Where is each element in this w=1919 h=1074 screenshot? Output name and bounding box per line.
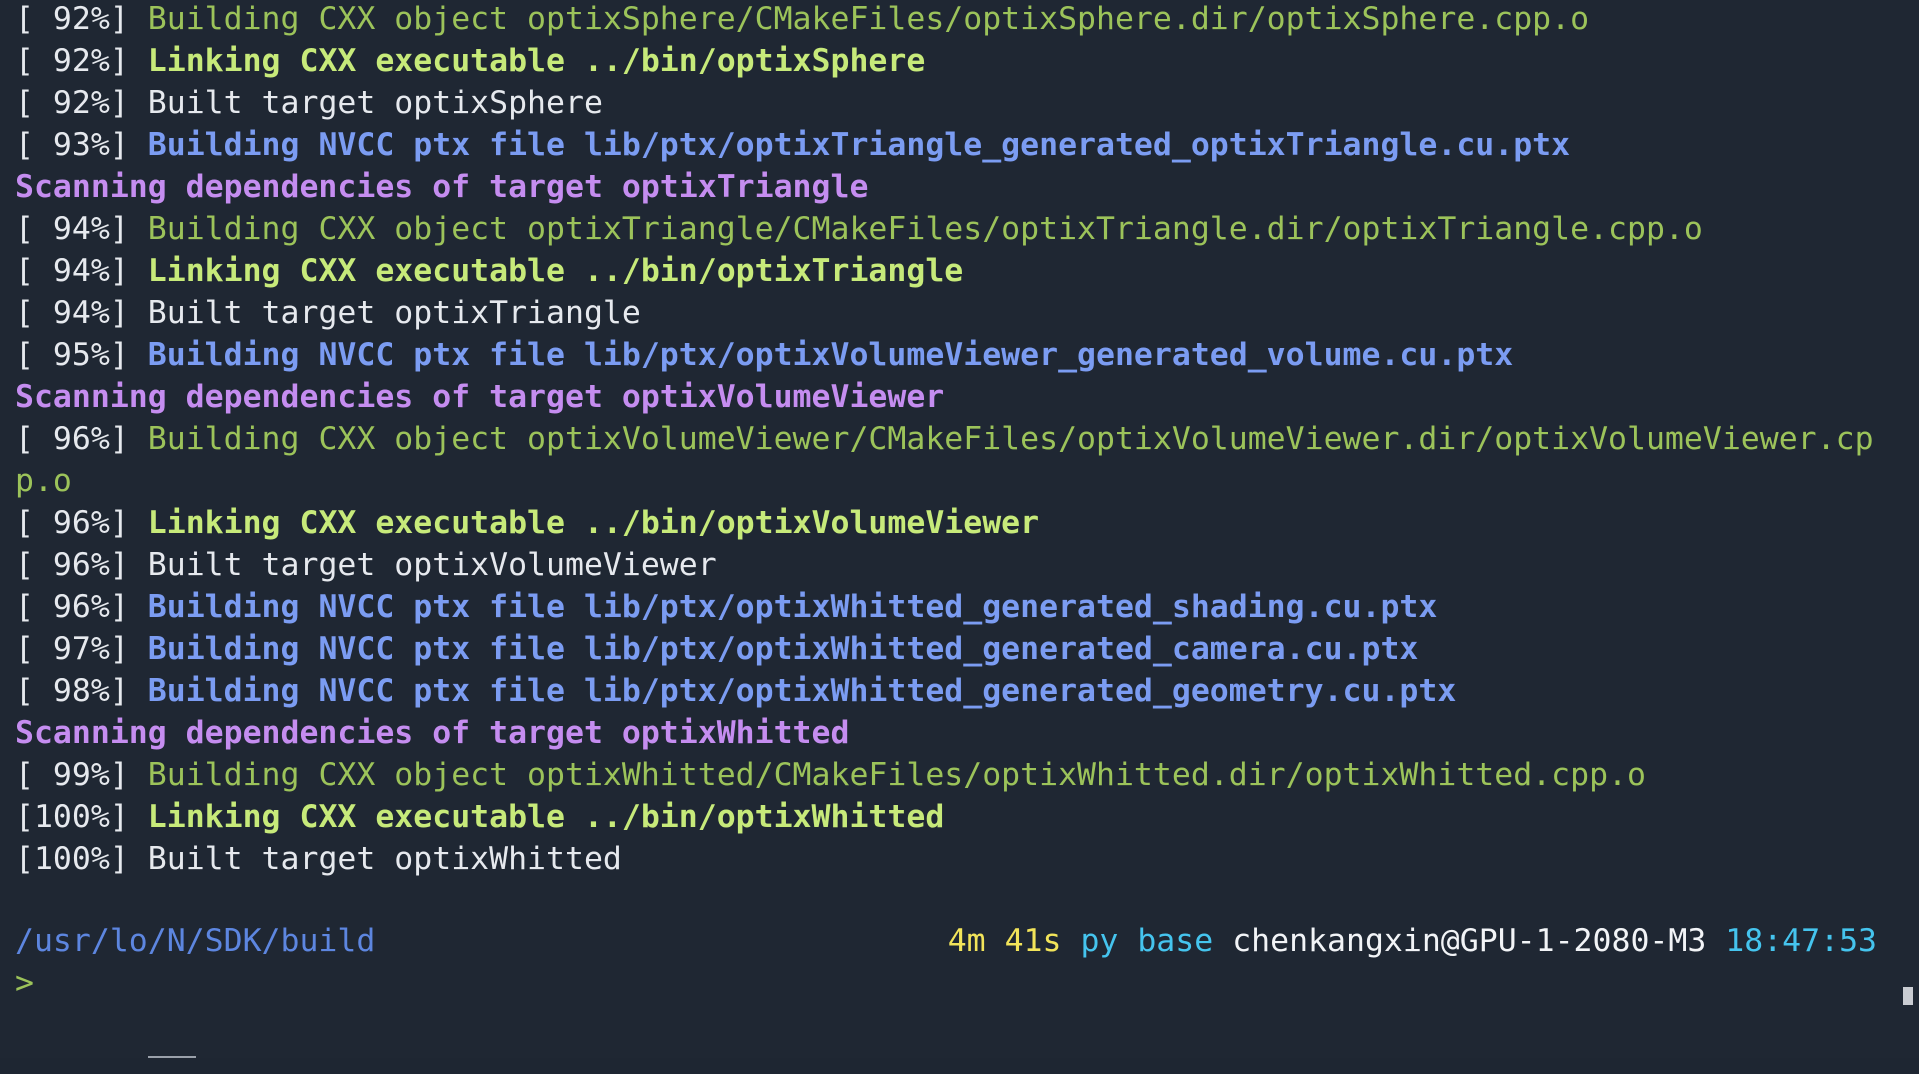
output-line: [ 94%] Linking CXX executable ../bin/opt…: [15, 252, 1895, 294]
output-line: [ 99%] Building CXX object optixWhitted/…: [15, 756, 1895, 798]
output-message: Scanning dependencies of target optixVol…: [15, 379, 945, 415]
progress-percent: [ 92%]: [15, 1, 129, 37]
output-message: Building NVCC ptx file lib/ptx/optixVolu…: [147, 337, 1514, 373]
output-line: [ 94%] Building CXX object optixTriangle…: [15, 210, 1895, 252]
progress-percent: [ 93%]: [15, 127, 129, 163]
output-line: [ 95%] Building NVCC ptx file lib/ptx/op…: [15, 336, 1895, 378]
progress-percent: [ 98%]: [15, 673, 129, 709]
output-line: [ 96%] Built target optixVolumeViewer: [15, 546, 1895, 588]
progress-percent: [ 94%]: [15, 211, 129, 247]
output-line: [ 97%] Building NVCC ptx file lib/ptx/op…: [15, 630, 1895, 672]
progress-percent: [ 92%]: [15, 85, 129, 121]
scrollbar-thumb[interactable]: [1903, 987, 1913, 1005]
terminal-output: [ 92%] Building CXX object optixSphere/C…: [15, 0, 1895, 882]
output-message: Built target optixVolumeViewer: [147, 547, 717, 583]
output-line: [ 92%] Built target optixSphere: [15, 84, 1895, 126]
progress-percent: [ 97%]: [15, 631, 129, 667]
progress-percent: [ 96%]: [15, 421, 129, 457]
output-line: Scanning dependencies of target optixVol…: [15, 378, 1895, 420]
output-line: [ 98%] Building NVCC ptx file lib/ptx/op…: [15, 672, 1895, 714]
output-message: Building NVCC ptx file lib/ptx/optixWhit…: [147, 589, 1438, 625]
output-message: Linking CXX executable ../bin/optixSpher…: [147, 43, 926, 79]
progress-percent: [ 96%]: [15, 505, 129, 541]
output-line: Scanning dependencies of target optixWhi…: [15, 714, 1895, 756]
output-message: Linking CXX executable ../bin/optixTrian…: [147, 253, 964, 289]
output-line: p.o: [15, 462, 1895, 504]
output-line: Scanning dependencies of target optixTri…: [15, 168, 1895, 210]
output-line: [ 96%] Building NVCC ptx file lib/ptx/op…: [15, 588, 1895, 630]
output-line: [100%] Built target optixWhitted: [15, 840, 1895, 882]
progress-percent: [ 94%]: [15, 295, 129, 331]
output-message: Building CXX object optixTriangle/CMakeF…: [147, 211, 1703, 247]
progress-percent: [ 96%]: [15, 589, 129, 625]
output-line: [ 92%] Building CXX object optixSphere/C…: [15, 0, 1895, 42]
output-line: [ 96%] Linking CXX executable ../bin/opt…: [15, 504, 1895, 546]
output-line: [ 96%] Building CXX object optixVolumeVi…: [15, 420, 1895, 462]
progress-percent: [ 95%]: [15, 337, 129, 373]
progress-percent: [ 96%]: [15, 547, 129, 583]
progress-percent: [ 94%]: [15, 253, 129, 289]
output-message: Building NVCC ptx file lib/ptx/optixWhit…: [147, 673, 1457, 709]
prompt-right-info: 4m 41s py base chenkangxin@GPU-1-2080-M3…: [948, 922, 1877, 960]
output-message: Building CXX object optixWhitted/CMakeFi…: [147, 757, 1646, 793]
prompt-caret: >: [15, 965, 34, 1001]
command-duration: 4m 41s: [947, 923, 1062, 959]
output-message: Scanning dependencies of target optixWhi…: [15, 715, 850, 751]
user-host: chenkangxin@GPU-1-2080-M3: [1232, 923, 1707, 959]
output-message: Building NVCC ptx file lib/ptx/optixTria…: [147, 127, 1571, 163]
output-message: Built target optixTriangle: [147, 295, 641, 331]
current-directory: /usr/lo/N/SDK/build: [15, 923, 376, 959]
terminal-window[interactable]: [ 92%] Building CXX object optixSphere/C…: [0, 0, 1919, 1058]
output-message: Building CXX object optixVolumeViewer/CM…: [147, 421, 1874, 457]
python-env: py base: [1080, 923, 1214, 959]
output-line: [ 93%] Building NVCC ptx file lib/ptx/op…: [15, 126, 1895, 168]
output-message: Built target optixSphere: [147, 85, 603, 121]
output-message: Scanning dependencies of target optixTri…: [15, 169, 869, 205]
output-message: Building CXX object optixSphere/CMakeFil…: [147, 1, 1590, 37]
progress-percent: [100%]: [15, 799, 129, 835]
output-line: [ 94%] Built target optixTriangle: [15, 294, 1895, 336]
output-message: Building NVCC ptx file lib/ptx/optixWhit…: [147, 631, 1419, 667]
prompt-status-line: /usr/lo/N/SDK/build 4m 41s py base chenk…: [15, 922, 1877, 964]
progress-percent: [ 92%]: [15, 43, 129, 79]
progress-percent: [100%]: [15, 841, 129, 877]
output-line: [ 92%] Linking CXX executable ../bin/opt…: [15, 42, 1895, 84]
output-line: [100%] Linking CXX executable ../bin/opt…: [15, 798, 1895, 840]
output-message: Linking CXX executable ../bin/optixVolum…: [147, 505, 1040, 541]
command-input-line[interactable]: >: [15, 964, 34, 1006]
output-message: p.o: [15, 463, 72, 499]
prompt-time: 18:47:53: [1725, 923, 1877, 959]
progress-percent: [ 99%]: [15, 757, 129, 793]
output-message: Linking CXX executable ../bin/optixWhitt…: [147, 799, 945, 835]
output-message: Built target optixWhitted: [147, 841, 622, 877]
